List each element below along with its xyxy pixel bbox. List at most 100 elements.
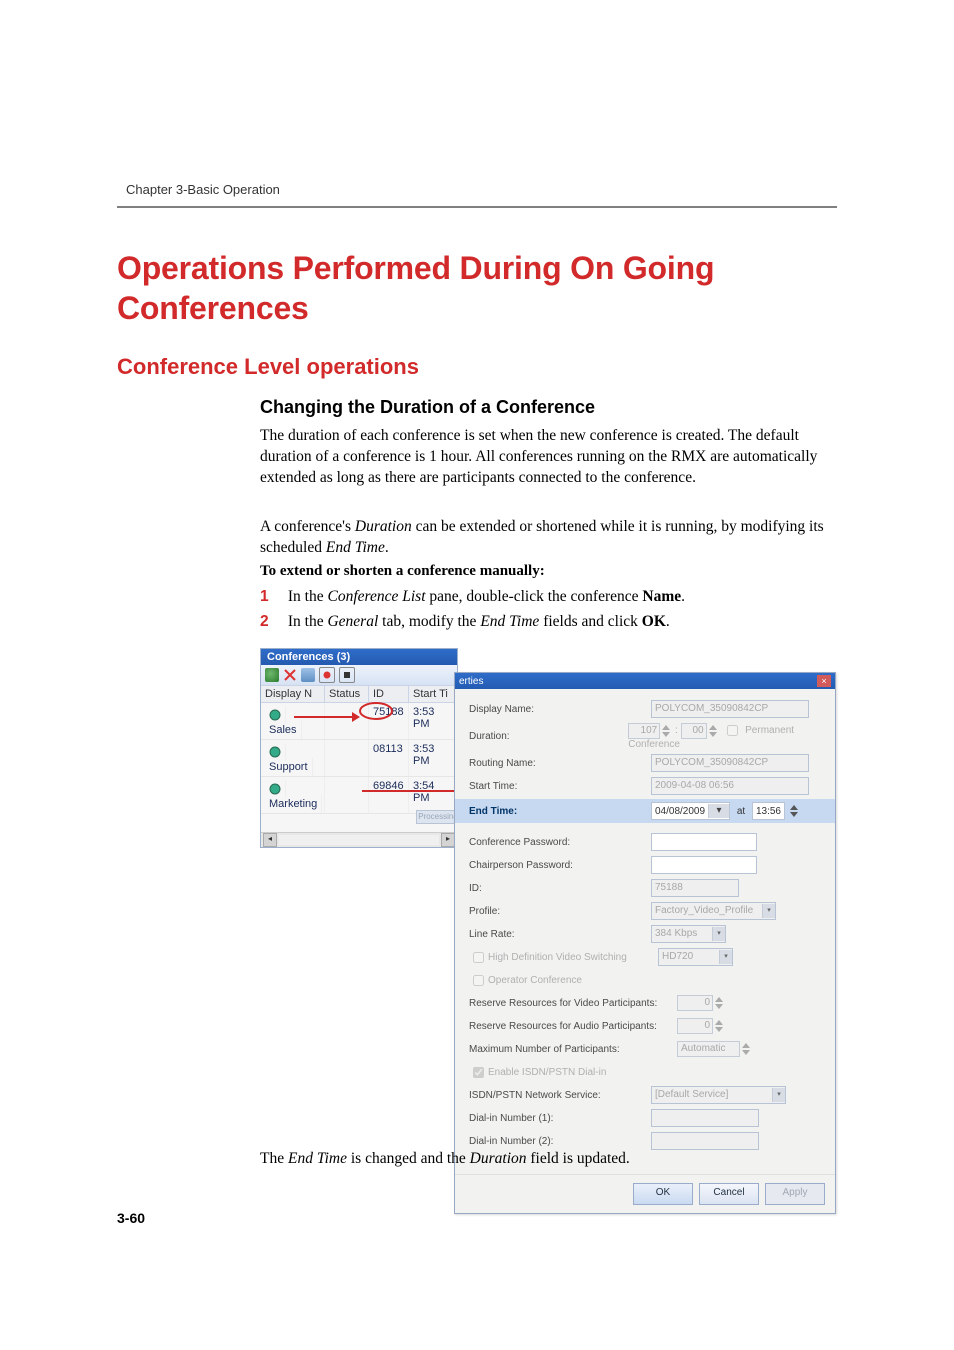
scroll-track[interactable] <box>279 835 439 845</box>
step-number: 2 <box>260 613 284 631</box>
page-number: 3-60 <box>117 1210 145 1226</box>
col-id[interactable]: ID <box>369 686 409 702</box>
text: . <box>681 588 685 605</box>
text: pane, double-click the conference <box>426 588 643 605</box>
text: fields and click <box>539 613 641 630</box>
display-name-field: POLYCOM_35090842CP <box>651 700 809 718</box>
permanent-conference-checkbox <box>727 725 738 736</box>
scroll-left-icon[interactable]: ◂ <box>263 833 277 847</box>
label-reserve-audio: Reserve Resources for Audio Participants… <box>469 1021 677 1032</box>
hd-switching-checkbox <box>473 952 484 963</box>
duration-value: 107 : 00 Permanent Conference <box>628 722 821 750</box>
label-id: ID: <box>469 883 651 894</box>
row-line-rate: Line Rate: 384 Kbps▾ <box>469 924 821 944</box>
scroll-right-icon[interactable]: ▸ <box>441 833 455 847</box>
spinner-icon[interactable] <box>788 803 800 819</box>
people-icon[interactable] <box>301 668 315 682</box>
row-id: ID: 75188 <box>469 878 821 898</box>
chairperson-password-input[interactable] <box>651 856 757 874</box>
end-time-value: 04/08/2009 ▾ at 13:56 <box>651 802 800 820</box>
row-enable-isdn: Enable ISDN/PSTN Dial-in <box>469 1062 821 1082</box>
end-time-time-input[interactable]: 13:56 <box>752 802 785 820</box>
term-end-time: End Time <box>480 613 539 630</box>
chevron-down-icon: ▾ <box>719 950 732 964</box>
label-dial-in-2: Dial-in Number (2): <box>469 1136 651 1147</box>
col-display-name[interactable]: Display N <box>261 686 325 702</box>
label-end-time: End Time: <box>469 806 651 817</box>
row-isdn-service: ISDN/PSTN Network Service: [Default Serv… <box>469 1085 821 1105</box>
label-conference-password: Conference Password: <box>469 837 651 848</box>
row-max-participants: Maximum Number of Participants: Automati… <box>469 1039 821 1059</box>
label-dial-in-1: Dial-in Number (1): <box>469 1113 651 1124</box>
delete-conference-icon[interactable] <box>283 668 297 682</box>
label-display-name: Display Name: <box>469 704 651 715</box>
id-field: 75188 <box>651 879 739 897</box>
heading-2: Conference Level operations <box>117 354 419 380</box>
dial-in-2-field <box>651 1132 759 1150</box>
screenshot-figure: Conferences (3) Display N Status ID Star… <box>260 648 836 1136</box>
new-conference-icon[interactable] <box>265 668 279 682</box>
term-conference-list: Conference List <box>327 588 425 605</box>
record-icon[interactable] <box>319 667 335 683</box>
table-row[interactable]: Support 08113 3:53 PM <box>261 740 457 777</box>
row-chairperson-password: Chairperson Password: <box>469 855 821 875</box>
stop-icon[interactable] <box>339 667 355 683</box>
paragraph-1: The duration of each conference is set w… <box>260 425 836 488</box>
row-operator-conference: Operator Conference <box>469 970 821 990</box>
text: . <box>666 613 670 630</box>
conferences-toolbar <box>261 665 457 685</box>
end-time-date-select[interactable]: 04/08/2009 ▾ <box>651 802 730 820</box>
cell-name: Marketing <box>261 777 325 813</box>
row-duration: Duration: 107 : 00 Permanent Conference <box>469 722 821 750</box>
header-rule <box>117 206 837 208</box>
spinner-icon <box>660 723 672 739</box>
col-status[interactable]: Status <box>325 686 369 702</box>
spinner-icon <box>707 723 719 739</box>
cancel-button[interactable]: Cancel <box>699 1183 759 1205</box>
profile-select: Factory_Video_Profile▾ <box>651 902 776 920</box>
row-reserve-audio: Reserve Resources for Audio Participants… <box>469 1016 821 1036</box>
text: tab, modify the <box>378 613 480 630</box>
dialog-title-bar[interactable]: erties × <box>455 673 835 689</box>
row-routing-name: Routing Name: POLYCOM_35090842CP <box>469 753 821 773</box>
conference-password-input[interactable] <box>651 833 757 851</box>
label-chairperson-password: Chairperson Password: <box>469 860 651 871</box>
col-start-time[interactable]: Start Ti <box>409 686 457 702</box>
horizontal-scrollbar[interactable]: ◂ ▸ <box>261 832 457 847</box>
close-icon[interactable]: × <box>817 675 831 687</box>
routing-name-field: POLYCOM_35090842CP <box>651 754 809 772</box>
row-start-time: Start Time: 2009-04-08 06:56 <box>469 776 821 796</box>
chevron-down-icon: ▾ <box>712 927 725 941</box>
text: field is updated. <box>527 1150 630 1167</box>
cell-time: 3:53 PM <box>409 740 457 776</box>
dialog-body: Display Name: POLYCOM_35090842CP Duratio… <box>455 689 835 1174</box>
duration-minutes: 00 <box>681 723 707 739</box>
paragraph-final: The End Time is changed and the Duration… <box>260 1150 836 1168</box>
term-name: Name <box>642 588 681 605</box>
spinner-icon <box>740 1041 752 1057</box>
cell-id: 08113 <box>369 740 409 776</box>
chevron-down-icon[interactable]: ▾ <box>708 804 729 818</box>
conference-properties-dialog: erties × Display Name: POLYCOM_35090842C… <box>454 672 836 1214</box>
row-end-time: End Time: 04/08/2009 ▾ at 13:56 <box>455 799 835 823</box>
row-profile: Profile: Factory_Video_Profile▾ <box>469 901 821 921</box>
ok-button[interactable]: OK <box>633 1183 693 1205</box>
start-time-field: 2009-04-08 06:56 <box>651 777 809 795</box>
end-time-date: 04/08/2009 <box>652 806 708 817</box>
text: In the <box>288 588 328 605</box>
apply-button: Apply <box>765 1183 825 1205</box>
line-rate-select: 384 Kbps▾ <box>651 925 726 943</box>
label-line-rate: Line Rate: <box>469 929 651 940</box>
label-isdn-service: ISDN/PSTN Network Service: <box>469 1090 651 1101</box>
row-conference-password: Conference Password: <box>469 832 821 852</box>
enable-isdn-checkbox <box>473 1067 484 1078</box>
page: Chapter 3-Basic Operation Operations Per… <box>0 0 954 1350</box>
row-hd-switching: High Definition Video Switching HD720▾ <box>469 947 821 967</box>
label-profile: Profile: <box>469 906 651 917</box>
end-time-time: 13:56 <box>753 806 784 817</box>
label-operator-conference: Operator Conference <box>488 975 582 986</box>
row-reserve-video: Reserve Resources for Video Participants… <box>469 993 821 1013</box>
reserve-video-value: 0 <box>677 995 713 1011</box>
duration-hours: 107 <box>628 723 660 739</box>
reserve-audio-value: 0 <box>677 1018 713 1034</box>
